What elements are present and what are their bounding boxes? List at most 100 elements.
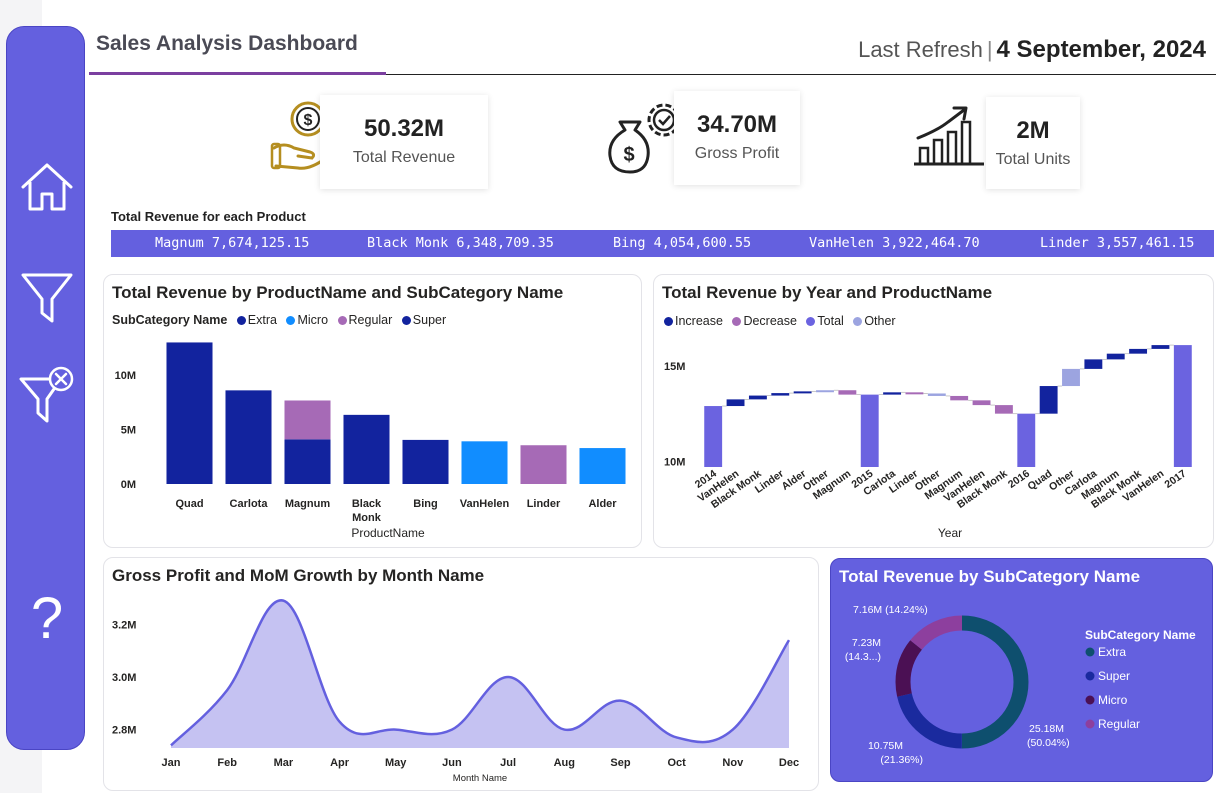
donut-data-label: (21.36%) [880,754,923,766]
revenue-ticker[interactable]: Magnum 7,674,125.15 Black Monk 6,348,709… [111,230,1214,257]
kpi-label: Total Units [995,151,1071,168]
bar-chart-plot: 0M 5M 10M Quad Carlota Magnum Black Monk Bing Van… [115,342,626,540]
x-tick-label: Alder [588,498,617,510]
waterfall-bar [771,393,790,396]
waterfall-bar [994,405,1013,414]
x-tick-label: Bing [413,498,437,510]
x-tick-label: 2017 [1163,468,1189,491]
legend-dot [1085,647,1095,657]
legend-item: Extra [1098,645,1126,659]
x-tick-label: Magnum [285,498,330,510]
waterfall-plot: 10M15M2014VanHelenBlack MonkLinderAlderO… [664,344,1192,540]
donut-data-label: 25.18M [1029,723,1064,735]
x-tick-label: Black [352,498,382,510]
x-axis-title: ProductName [351,526,425,540]
kpi-label: Total Revenue [352,149,456,166]
x-tick-label: Carlota [230,498,269,510]
waterfall-bar [704,406,723,467]
bar-segment [343,414,390,484]
home-icon [21,163,73,211]
x-axis-title: Year [938,526,962,540]
bar-segment [166,342,213,484]
growth-chart-icon [914,106,984,166]
kpi-total-units: 2M Total Units [986,97,1080,189]
donut-chart-plot: 25.18M (50.04%) 10.75M (21.36%) 7.23M (14.3..… [845,604,1196,766]
filter-clear-icon [19,366,74,423]
refresh-date: 4 September, 2024 [996,36,1206,63]
y-tick-label: 5M [121,425,136,437]
last-refresh: Last Refresh | 4 September, 2024 [858,36,1206,64]
page-title: Sales Analysis Dashboard [96,32,358,55]
x-tick-label: Monk [352,512,382,524]
filter-icon [21,273,73,323]
x-tick-label: Aug [554,757,575,769]
x-tick-label: Sep [610,757,630,769]
sidebar: ? [6,26,85,750]
donut-data-label: 7.16M (14.24%) [853,604,928,616]
filter-button[interactable] [19,267,75,327]
donut-data-label: 10.75M [868,740,903,752]
donut-data-label: (14.3...) [845,651,881,663]
x-tick-label: Jan [162,757,181,769]
waterfall-bar [1062,368,1080,387]
bar-segment [461,441,508,484]
x-tick-label: Feb [217,757,237,769]
waterfall-bar [1151,345,1170,349]
svg-text:$: $ [304,112,313,129]
y-tick-label: 3.0M [112,672,136,684]
donut-chart-card[interactable]: Total Revenue by SubCategory Name 25.18M… [830,558,1213,782]
kpi-value: 2M [1016,117,1050,144]
bar-segment [225,390,272,484]
title-underline [89,72,386,75]
waterfall-bar [816,390,834,393]
kpi-value: 50.32M [363,115,445,142]
area-chart-plot: 2.8M 3.0M 3.2M Jan Feb Mar Apr May Jun Jul Aug Sep O… [112,599,799,784]
bar-chart-card[interactable]: Total Revenue by ProductName and SubCate… [103,274,642,548]
ticker-title: Total Revenue for each Product [111,209,306,224]
y-tick-label: 15M [664,361,685,373]
x-tick-label: Jul [500,757,516,769]
x-tick-label: Jun [442,757,462,769]
waterfall-bar [1084,359,1103,369]
bar-segment [284,439,331,484]
x-tick-label: Apr [330,757,350,769]
x-tick-label: Linder [527,498,561,510]
waterfall-bar [793,391,812,394]
waterfall-bar [1173,345,1192,467]
x-tick-label: VanHelen [460,498,510,510]
help-button[interactable]: ? [19,589,75,649]
y-tick-label: 3.2M [112,619,136,631]
area-fill [171,600,789,748]
waterfall-bar [972,400,991,406]
waterfall-bar [1039,386,1058,414]
y-tick-label: 10M [664,456,685,468]
bar-segment [402,439,449,484]
x-tick-label: Mar [274,757,294,769]
legend-title: SubCategory Name [1085,628,1196,642]
legend-dot [1085,695,1095,705]
legend-dot [1085,671,1095,681]
waterfall-bar [905,392,924,395]
ticker-item: Bing 4,054,600.55 [613,235,752,251]
home-button[interactable] [19,155,75,215]
help-icon: ? [30,586,64,651]
legend-dot [1085,719,1095,729]
kpi-total-revenue: 50.32M Total Revenue [320,95,488,189]
waterfall-chart-card[interactable]: Total Revenue by Year and ProductName In… [653,274,1214,548]
legend-item: Micro [1098,693,1128,707]
bar-segment [284,400,331,440]
x-tick-label: Dec [779,757,799,769]
ticker-item: Black Monk 6,348,709.35 [367,235,554,251]
legend-item: Regular [1098,717,1140,731]
y-tick-label: 10M [115,370,136,382]
ticker-item: VanHelen 3,922,464.70 [809,235,980,251]
clear-filter-button[interactable] [19,365,75,425]
bar-segment [520,445,567,484]
waterfall-bar [726,399,745,407]
donut-data-label: 7.23M [852,637,881,649]
refresh-label: Last Refresh [858,37,983,62]
area-chart-card[interactable]: Gross Profit and MoM Growth by Month Nam… [103,557,819,791]
ticker-item: Linder 3,557,461.15 [1040,235,1195,251]
waterfall-bar [838,390,857,395]
y-tick-label: 2.8M [112,725,136,737]
